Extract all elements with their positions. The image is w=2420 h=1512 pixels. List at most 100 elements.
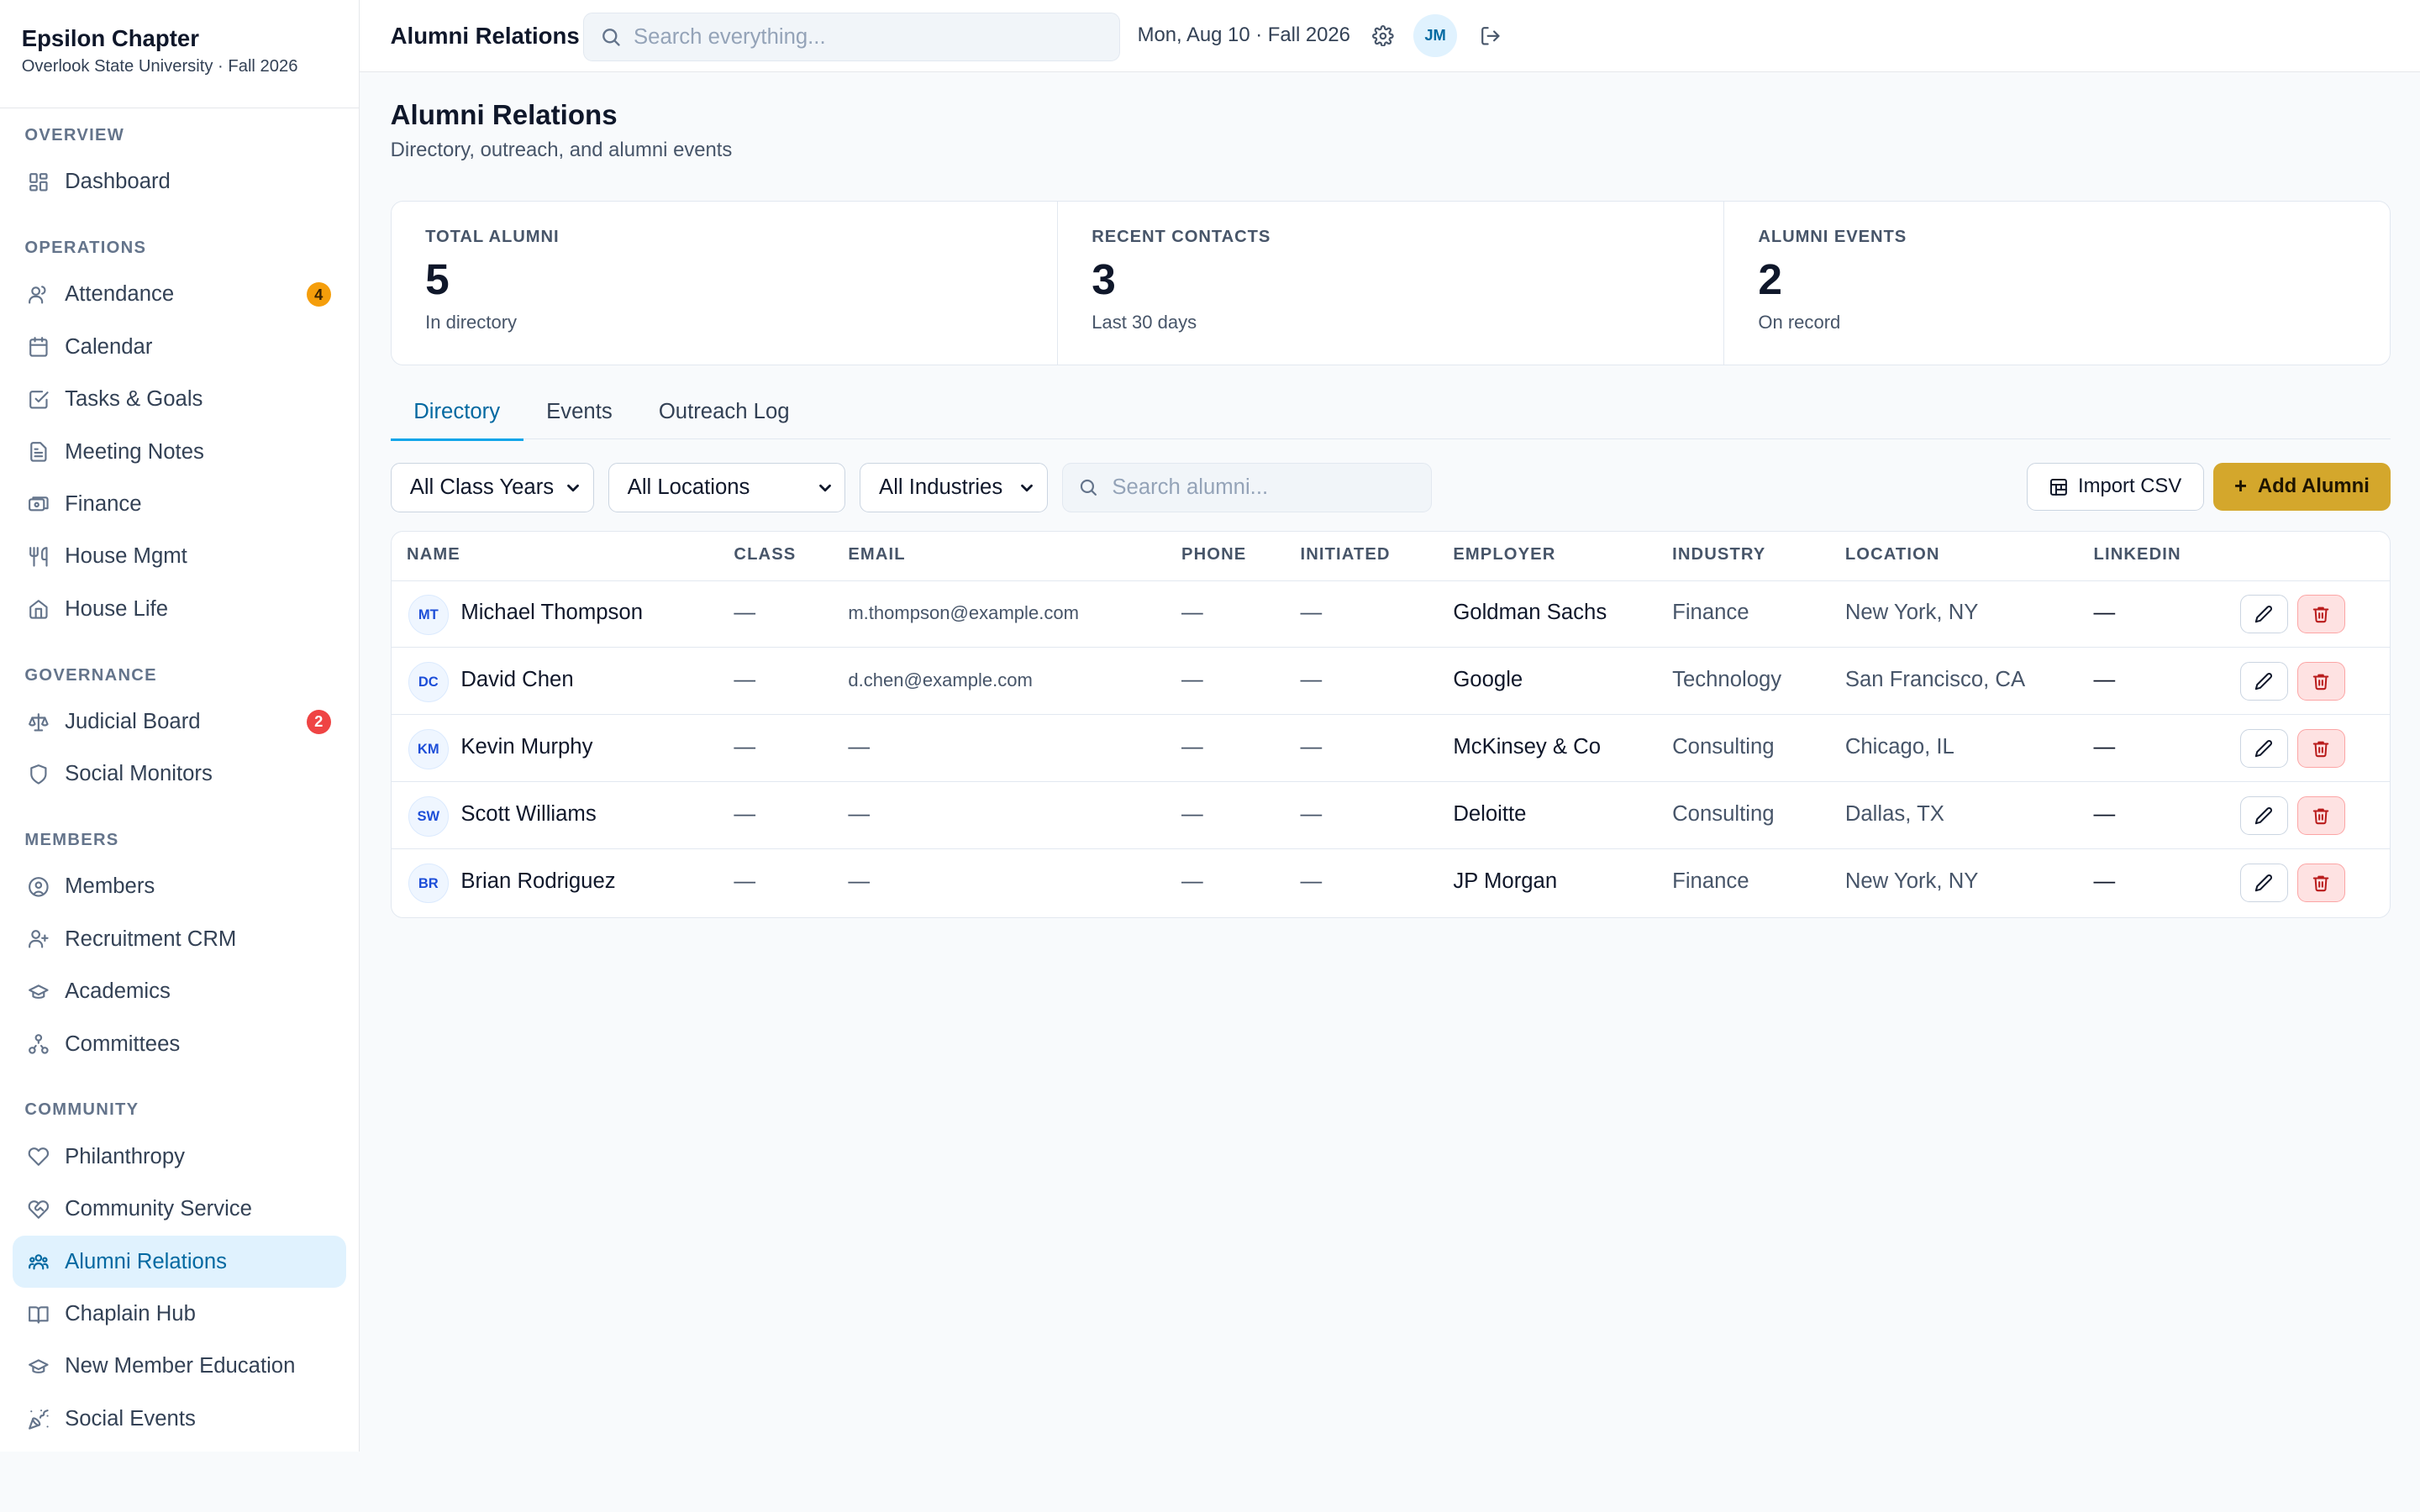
user-circle-icon <box>28 876 50 898</box>
table-row[interactable]: KM Kevin Murphy — — — — McKinsey & Co Consultin… <box>391 715 2391 783</box>
page-subtitle: Directory, outreach, and alumni events <box>390 139 733 162</box>
chapter-subtitle: Overlook State University · Fall 2026 <box>21 56 298 76</box>
sidebar-item-meeting-notes[interactable]: Meeting Notes <box>13 426 347 478</box>
tab-outreach-log[interactable]: Outreach Log <box>635 387 813 439</box>
sidebar-item-alumni-relations[interactable]: Alumni Relations <box>12 1235 347 1289</box>
alumni-name[interactable]: Michael Thompson <box>460 601 643 625</box>
cell-employer: McKinsey & Co <box>1453 735 1602 759</box>
delete-button[interactable] <box>2296 661 2345 701</box>
delete-button[interactable] <box>2296 795 2345 835</box>
book-icon <box>28 1304 50 1326</box>
cell-email: — <box>848 802 871 827</box>
table-icon <box>2049 477 2069 497</box>
stat-caption: On record <box>1758 312 1841 333</box>
location-select[interactable]: All Locations <box>608 462 846 512</box>
dashboard-icon <box>28 171 50 193</box>
sidebar-item-calendar[interactable]: Calendar <box>13 321 347 373</box>
chevron-down-icon <box>1018 479 1036 497</box>
sidebar-item-label: Alumni Relations <box>65 1249 227 1273</box>
alumni-icon <box>28 1251 50 1273</box>
cell-location: Chicago, IL <box>1844 735 1954 759</box>
pencil-icon <box>2255 606 2273 623</box>
edit-button[interactable] <box>2240 863 2288 902</box>
cell-initiated: — <box>1300 668 1323 692</box>
sidebar-item-members[interactable]: Members <box>13 861 347 913</box>
sidebar-item-new-member-education[interactable]: New Member Education <box>13 1341 347 1393</box>
alumni-name[interactable]: Kevin Murphy <box>460 735 592 759</box>
graduation-cap-icon <box>28 981 50 1003</box>
sidebar-item-recruitment-crm[interactable]: Recruitment CRM <box>13 913 347 965</box>
cell-location: New York, NY <box>1844 601 1979 625</box>
sidebar-item-chaplain-hub[interactable]: Chaplain Hub <box>13 1288 347 1340</box>
alumni-name[interactable]: Brian Rodriguez <box>460 869 615 894</box>
utensils-icon <box>28 546 50 568</box>
table-row[interactable]: MT Michael Thompson — m.thompson@example.co… <box>391 581 2391 648</box>
sidebar-item-attendance[interactable]: Attendance 4 <box>13 269 347 321</box>
cell-employer: Google <box>1453 668 1523 692</box>
chapter-brand[interactable]: Epsilon Chapter Overlook State Universit… <box>0 0 359 108</box>
stats-panel: TOTAL ALUMNI 5 In directory RECENT CONTA… <box>390 200 2391 366</box>
sidebar-item-label: Tasks & Goals <box>65 387 203 412</box>
gear-icon[interactable] <box>1371 24 1394 47</box>
cell-email: — <box>848 869 871 893</box>
sidebar-item-dashboard[interactable]: Dashboard <box>13 155 347 207</box>
sidebar-item-house-mgmt[interactable]: House Mgmt <box>13 531 347 583</box>
sidebar-item-social-events[interactable]: Social Events <box>13 1393 347 1445</box>
sidebar-item-social-monitors[interactable]: Social Monitors <box>13 748 347 801</box>
sidebar-item-judicial-board[interactable]: Judicial Board 2 <box>13 696 347 748</box>
sidebar-item-finance[interactable]: Finance <box>13 478 347 530</box>
sidebar-item-committees[interactable]: Committees <box>13 1018 347 1070</box>
filter-bar: All Class Years All Locations All Indust… <box>390 462 2391 514</box>
global-search[interactable] <box>583 12 1121 62</box>
table-row[interactable]: DC David Chen — d.chen@example.com — — Google T… <box>391 648 2391 716</box>
heart-handshake-icon <box>28 1199 50 1221</box>
shield-icon <box>28 764 50 785</box>
edit-button[interactable] <box>2240 728 2288 768</box>
edit-button[interactable] <box>2240 661 2288 701</box>
sidebar-item-label: House Life <box>65 596 168 621</box>
sidebar-item-label: Members <box>65 874 155 899</box>
alumni-search[interactable] <box>1061 462 1433 512</box>
industry-select[interactable]: All Industries <box>860 462 1049 512</box>
calendar-icon <box>28 336 50 358</box>
page-title: Alumni Relations <box>390 100 618 132</box>
sidebar-item-philanthropy[interactable]: Philanthropy <box>13 1131 347 1183</box>
chapter-name: Epsilon Chapter <box>21 25 199 52</box>
delete-button[interactable] <box>2296 863 2345 902</box>
sidebar-item-community-service[interactable]: Community Service <box>13 1183 347 1235</box>
sidebar-item-tasks-and-goals[interactable]: Tasks & Goals <box>13 373 347 425</box>
delete-button[interactable] <box>2296 595 2345 633</box>
delete-button[interactable] <box>2296 728 2345 768</box>
alumni-avatar: KM <box>408 728 449 769</box>
alumni-name[interactable]: Scott Williams <box>460 802 596 827</box>
sidebar-item-house-life[interactable]: House Life <box>13 583 347 635</box>
cell-phone: — <box>1181 869 1203 893</box>
stat-alumni-events: ALUMNI EVENTS 2 On record <box>1724 202 2390 365</box>
edit-button[interactable] <box>2240 595 2288 633</box>
edit-button[interactable] <box>2240 795 2288 835</box>
logout-icon[interactable] <box>1480 24 1502 46</box>
global-search-input[interactable] <box>634 24 1081 50</box>
column-header-initiated: INITIATED <box>1300 545 1391 564</box>
sidebar-item-label: Social Monitors <box>65 762 213 786</box>
tab-directory[interactable]: Directory <box>390 387 523 442</box>
notes-icon <box>28 441 50 463</box>
sidebar-item-academics[interactable]: Academics <box>13 966 347 1018</box>
column-header-email: EMAIL <box>848 545 906 564</box>
add-alumni-button[interactable]: + Add Alumni <box>2212 462 2391 511</box>
party-icon <box>28 1409 50 1431</box>
alumni-search-input[interactable] <box>1112 475 1421 500</box>
column-header-employer: EMPLOYER <box>1453 545 1556 564</box>
network-icon <box>28 1033 50 1055</box>
tab-events[interactable]: Events <box>523 387 636 439</box>
cell-employer: Goldman Sachs <box>1453 601 1607 625</box>
import-csv-button[interactable]: Import CSV <box>2026 462 2204 511</box>
table-row[interactable]: SW Scott Williams — — — — Deloitte Consulting Da… <box>391 782 2391 850</box>
class-year-select[interactable]: All Class Years <box>390 462 595 512</box>
count-badge: 4 <box>306 282 331 307</box>
sidebar-item-label: Social Events <box>65 1406 196 1431</box>
user-avatar[interactable]: JM <box>1413 13 1457 57</box>
table-row[interactable]: BR Brian Rodriguez — — — — JP Morgan Finance New… <box>392 849 2390 916</box>
alumni-name[interactable]: David Chen <box>460 668 573 692</box>
alumni-avatar: DC <box>408 661 449 702</box>
